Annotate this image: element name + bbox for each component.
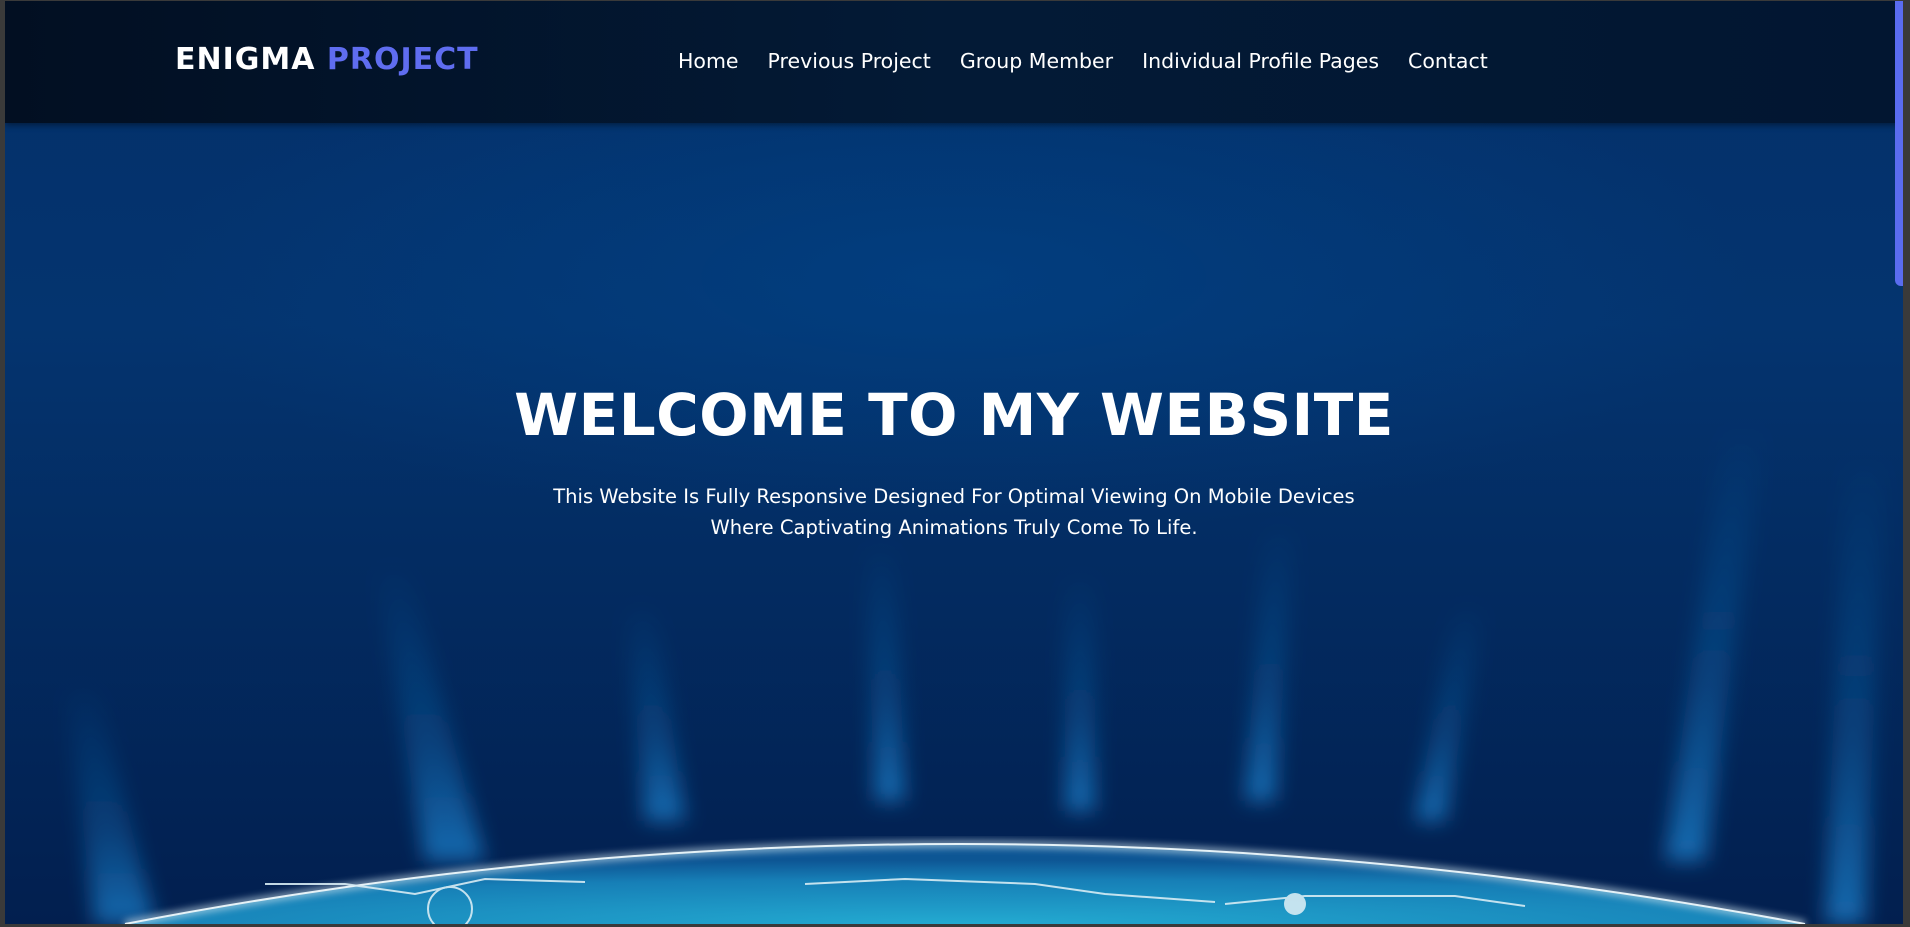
hero-title: WELCOME TO MY WEBSITE — [514, 381, 1394, 449]
top-navbar: ENIGMA PROJECT Home Previous Project Gro… — [5, 1, 1903, 123]
logo-text-accent: PROJECT — [326, 42, 479, 77]
nav-link-previous-project[interactable]: Previous Project — [768, 49, 931, 73]
hero-subtitle-line-1: This Website Is Fully Responsive Designe… — [553, 485, 1355, 508]
nav-link-individual-profile-pages[interactable]: Individual Profile Pages — [1142, 49, 1379, 73]
globe-graphic — [124, 841, 1806, 924]
browser-viewport: ENIGMA PROJECT Home Previous Project Gro… — [5, 1, 1903, 924]
scrollbar-thumb[interactable] — [1895, 1, 1903, 286]
nav-link-contact[interactable]: Contact — [1408, 49, 1488, 73]
hero-subtitle: This Website Is Fully Responsive Designe… — [5, 481, 1903, 543]
site-logo[interactable]: ENIGMA PROJECT — [175, 42, 479, 77]
nav-link-group-member[interactable]: Group Member — [960, 49, 1113, 73]
logo-text-primary: ENIGMA — [175, 42, 316, 77]
nav-link-home[interactable]: Home — [678, 49, 739, 73]
hero-section — [5, 1, 1903, 924]
hero-subtitle-line-2: Where Captivating Animations Truly Come … — [710, 516, 1198, 539]
main-nav: Home Previous Project Group Member Indiv… — [678, 49, 1488, 73]
